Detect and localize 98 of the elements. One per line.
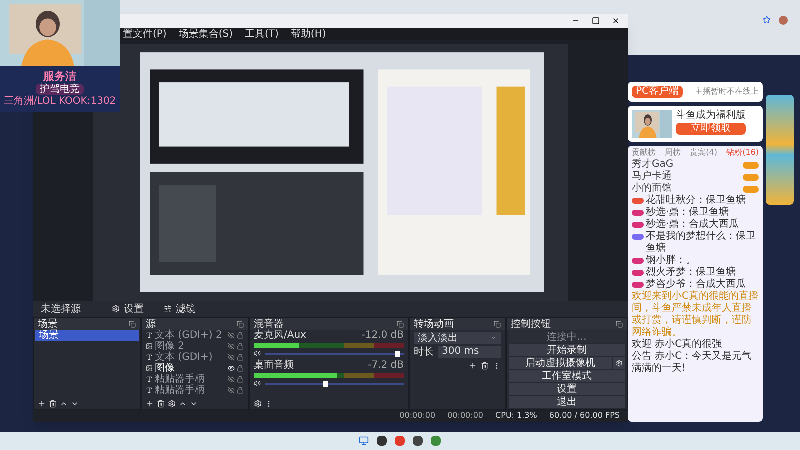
maximize-icon[interactable] [592,17,600,25]
channel-reading: -12.0 dB [362,330,404,341]
user-name: 马户卡通 [632,171,672,182]
menu-item[interactable]: 场景集合(S) [178,28,233,40]
text-icon [146,387,153,394]
delete-icon[interactable] [49,400,57,408]
undock-icon[interactable] [237,320,244,328]
user-name: 小的面馆 [632,183,672,194]
toolbar-button[interactable]: 滤镜 [160,304,200,314]
toolbar-button[interactable]: 设置 [108,304,148,314]
caret-icon [491,335,497,341]
chat-message: 烈火矛梦：保卫鱼塘 [646,267,736,278]
user-name: 秀才GaG [632,159,674,170]
text-icon [146,376,153,383]
settings-icon[interactable] [254,400,262,408]
duration-label: 时长 [414,346,434,358]
transition-dropdown[interactable]: 淡入淡出 [414,332,501,344]
control-button[interactable]: 退出 [509,396,625,408]
eye-off-icon[interactable] [228,343,235,350]
banner-tag: 护驾电竞 [36,84,84,95]
control-button[interactable]: 启动虚拟摄像机 [509,357,612,369]
lock-icon[interactable] [237,387,244,394]
gear-icon [616,360,622,366]
add-icon[interactable] [469,362,477,370]
eye-off-icon[interactable] [228,354,235,361]
text-icon [146,354,153,361]
source-item[interactable]: 文本 (GDI+) [155,352,226,363]
source-label: 未选择源 [41,302,82,316]
level-badge [743,162,759,168]
speaker-icon[interactable] [254,380,261,387]
source-item[interactable]: 粘贴器手柄 [155,374,226,385]
panel-title: 混音器 [254,318,284,330]
status-time: 00:00:00 [400,410,436,422]
panel-title: 控制按钮 [511,318,551,330]
announcement-text: 公告 赤小C：今天又是元气满满的一天! [632,351,754,375]
banner-contact: 三角洲/LOL KOOK:1302 [4,96,116,107]
add-icon[interactable] [38,400,46,408]
source-item[interactable]: 粘贴器手柄 [155,385,226,396]
settings-button[interactable] [613,357,625,369]
eye-icon[interactable] [228,365,235,372]
undock-icon[interactable] [129,320,136,328]
lock-icon[interactable] [237,376,244,383]
source-item[interactable]: 图像 2 [155,341,226,352]
menu-item[interactable]: 帮助(H) [290,28,326,40]
image-icon [146,343,153,350]
speaker-icon[interactable] [254,350,261,357]
settings-icon [112,305,120,313]
status-time: 00:00:00 [448,410,484,422]
chat-message: 秒选·鼎：保卫鱼塘 [646,207,730,218]
level-badge [743,186,759,192]
welcome-text: 欢迎 赤小C真的很强 [632,339,724,350]
offline-note: 主播暂时不在线上 [695,87,759,97]
panel-title: 转场动画 [414,318,454,330]
lock-icon[interactable] [237,354,244,361]
menu-item[interactable]: 置文件(P) [123,28,167,40]
text-icon [146,332,153,339]
eye-off-icon[interactable] [228,332,235,339]
chat-message: 梦咨少爷：合成大西瓜 [646,279,746,290]
panel-title: 场景 [38,318,58,330]
delete-icon[interactable] [157,400,165,408]
cpu-usage: CPU: 1.3% [496,410,538,422]
delete-icon[interactable] [481,362,489,370]
channel-name: 桌面音频 [254,360,294,371]
level-badge [743,174,759,180]
chat-message: 不是我的梦想什么：保卫鱼塘 [646,231,757,254]
eye-off-icon[interactable] [228,387,235,394]
notice-text: 欢迎来到小C真的很能的直播间，斗鱼严禁未成年人直播或打赏，请谨慎判断，谨防网络诈骗。 [632,291,759,338]
undock-icon[interactable] [616,320,623,328]
close-icon[interactable] [612,17,620,25]
chat-message: 花甜吐秋分：保卫鱼塘 [646,195,746,206]
undock-icon[interactable] [494,320,501,328]
eye-off-icon[interactable] [228,376,235,383]
lock-icon[interactable] [237,343,244,350]
chat-message: 钢小胖：。 [646,255,696,266]
channel-name: 麦克风/Aux [254,330,306,341]
channel-reading: -7.2 dB [368,360,404,371]
banner-title: 服务洁 [44,71,76,83]
star-icon[interactable] [763,16,771,24]
settings-icon[interactable] [168,400,176,408]
chat-message: 秒选·鼎：合成大西瓜 [646,219,740,230]
control-button[interactable]: 设置 [509,383,625,395]
source-item[interactable]: 文本 (GDI+) 2 [155,330,226,341]
lock-icon[interactable] [237,365,244,372]
fps-counter: 60.00 / 60.00 FPS [549,410,620,422]
promo-title: 斗鱼成为福利版 [676,110,746,122]
image-icon [146,365,153,372]
menu-item[interactable]: 工具(T) [245,28,279,40]
source-item[interactable]: 图像 [155,363,226,374]
panel-title: 源 [146,318,156,330]
control-button[interactable]: 工作室模式 [509,370,625,382]
undock-icon[interactable] [397,320,404,328]
avatar[interactable] [779,16,788,25]
filter-icon [164,305,172,313]
add-icon[interactable] [146,400,154,408]
control-button[interactable]: 开始录制 [509,344,625,356]
lock-icon[interactable] [237,332,244,339]
duration-field[interactable]: 300 ms [438,346,501,358]
scene-item[interactable]: 场景 [35,330,139,341]
